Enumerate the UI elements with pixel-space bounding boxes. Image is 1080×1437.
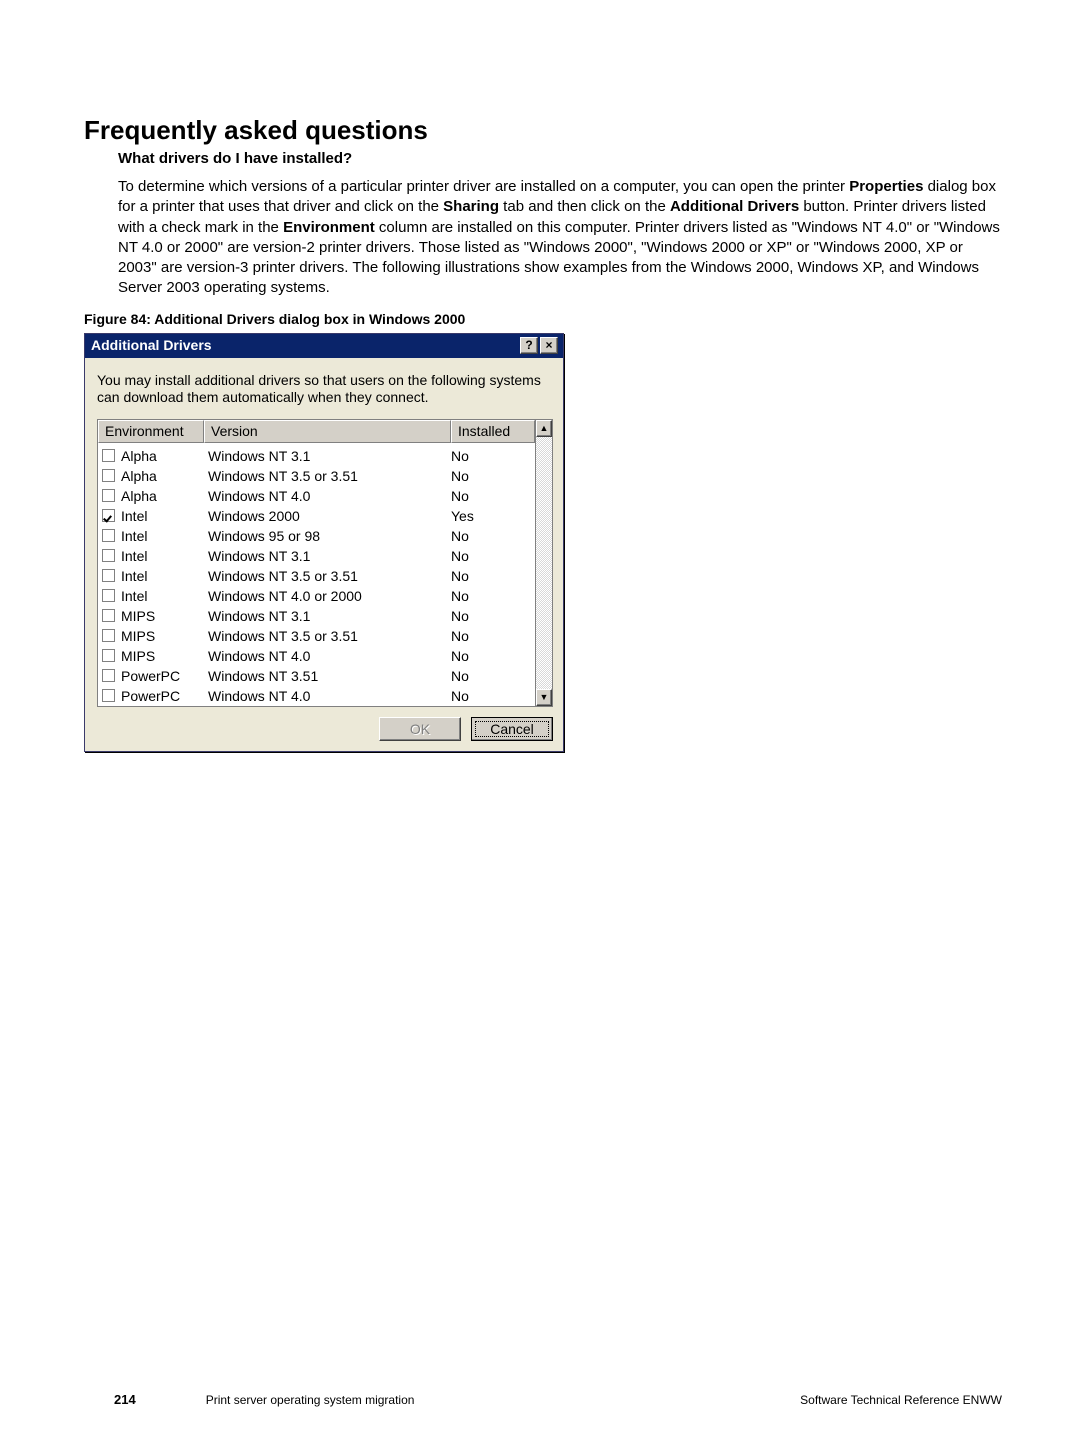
env-cell: Intel: [121, 548, 147, 564]
faq-question: What drivers do I have installed?: [118, 150, 1002, 167]
checkbox-icon[interactable]: [102, 509, 115, 522]
version-cell: Windows NT 4.0: [208, 488, 451, 504]
version-cell: Windows 95 or 98: [208, 528, 451, 544]
checkbox-icon[interactable]: [102, 689, 115, 702]
column-installed[interactable]: Installed: [451, 420, 535, 443]
dialog-description: You may install additional drivers so th…: [97, 372, 553, 407]
dialog-titlebar[interactable]: Additional Drivers ? ×: [85, 334, 563, 358]
faq-answer: To determine which versions of a particu…: [118, 177, 1002, 299]
env-cell: Intel: [121, 528, 147, 544]
checkbox-icon[interactable]: [102, 669, 115, 682]
version-cell: Windows NT 4.0: [208, 688, 451, 704]
checkbox-icon[interactable]: [102, 549, 115, 562]
column-version[interactable]: Version: [204, 420, 451, 443]
checkbox-icon[interactable]: [102, 609, 115, 622]
version-cell: Windows NT 3.5 or 3.51: [208, 628, 451, 644]
installed-cell: No: [451, 608, 535, 624]
env-cell: Alpha: [121, 448, 157, 464]
installed-cell: No: [451, 568, 535, 584]
list-header: Environment Version Installed: [98, 420, 535, 443]
checkbox-icon[interactable]: [102, 569, 115, 582]
version-cell: Windows NT 3.1: [208, 448, 451, 464]
footer-center: Print server operating system migration: [206, 1393, 800, 1407]
list-item[interactable]: Intel Windows 95 or 98No: [98, 526, 535, 546]
list-item[interactable]: Intel Windows NT 4.0 or 2000No: [98, 586, 535, 606]
help-icon[interactable]: ?: [520, 337, 538, 354]
page-heading: Frequently asked questions: [84, 115, 1002, 146]
checkbox-icon[interactable]: [102, 649, 115, 662]
drivers-list[interactable]: Environment Version Installed Alpha Windo…: [97, 419, 535, 707]
installed-cell: No: [451, 688, 535, 704]
env-cell: Alpha: [121, 468, 157, 484]
installed-cell: No: [451, 468, 535, 484]
list-scrollbar[interactable]: ▲ ▼: [535, 419, 553, 707]
version-cell: Windows NT 4.0 or 2000: [208, 588, 451, 604]
checkbox-icon[interactable]: [102, 629, 115, 642]
checkbox-icon[interactable]: [102, 529, 115, 542]
list-item[interactable]: Alpha Windows NT 3.5 or 3.51No: [98, 466, 535, 486]
env-cell: MIPS: [121, 648, 155, 664]
close-icon[interactable]: ×: [540, 337, 558, 354]
list-item[interactable]: MIPS Windows NT 3.1No: [98, 606, 535, 626]
installed-cell: No: [451, 648, 535, 664]
page-footer: 214 Print server operating system migrat…: [0, 1392, 1080, 1407]
ok-button[interactable]: OK: [379, 717, 461, 741]
list-item[interactable]: Alpha Windows NT 4.0No: [98, 486, 535, 506]
scroll-up-icon[interactable]: ▲: [536, 420, 552, 437]
checkbox-icon[interactable]: [102, 449, 115, 462]
env-cell: PowerPC: [121, 668, 180, 684]
env-cell: MIPS: [121, 608, 155, 624]
env-cell: Intel: [121, 568, 147, 584]
footer-right: Software Technical Reference ENWW: [800, 1393, 1002, 1407]
list-item[interactable]: Intel Windows 2000Yes: [98, 506, 535, 526]
list-item[interactable]: PowerPC Windows NT 4.0No: [98, 686, 535, 706]
checkbox-icon[interactable]: [102, 589, 115, 602]
installed-cell: Yes: [451, 508, 535, 524]
column-environment[interactable]: Environment: [98, 420, 204, 443]
checkbox-icon[interactable]: [102, 469, 115, 482]
version-cell: Windows NT 3.5 or 3.51: [208, 568, 451, 584]
list-item[interactable]: PowerPC Windows NT 3.51No: [98, 666, 535, 686]
version-cell: Windows NT 3.51: [208, 668, 451, 684]
installed-cell: No: [451, 528, 535, 544]
installed-cell: No: [451, 548, 535, 564]
cancel-button[interactable]: Cancel: [471, 717, 553, 741]
scroll-track[interactable]: [536, 437, 552, 689]
env-cell: MIPS: [121, 628, 155, 644]
list-item[interactable]: Alpha Windows NT 3.1No: [98, 446, 535, 466]
checkbox-icon[interactable]: [102, 489, 115, 502]
env-cell: Alpha: [121, 488, 157, 504]
installed-cell: No: [451, 488, 535, 504]
list-item[interactable]: MIPS Windows NT 4.0No: [98, 646, 535, 666]
page-number: 214: [114, 1392, 136, 1407]
list-item[interactable]: MIPS Windows NT 3.5 or 3.51No: [98, 626, 535, 646]
version-cell: Windows NT 3.1: [208, 548, 451, 564]
scroll-down-icon[interactable]: ▼: [536, 689, 552, 706]
version-cell: Windows 2000: [208, 508, 451, 524]
dialog-title: Additional Drivers: [91, 337, 518, 353]
env-cell: PowerPC: [121, 688, 180, 704]
list-item[interactable]: Intel Windows NT 3.1No: [98, 546, 535, 566]
list-item[interactable]: Intel Windows NT 3.5 or 3.51No: [98, 566, 535, 586]
installed-cell: No: [451, 448, 535, 464]
env-cell: Intel: [121, 508, 147, 524]
version-cell: Windows NT 3.5 or 3.51: [208, 468, 451, 484]
env-cell: Intel: [121, 588, 147, 604]
installed-cell: No: [451, 588, 535, 604]
installed-cell: No: [451, 628, 535, 644]
installed-cell: No: [451, 668, 535, 684]
version-cell: Windows NT 3.1: [208, 608, 451, 624]
additional-drivers-dialog: Additional Drivers ? × You may install a…: [84, 333, 564, 752]
version-cell: Windows NT 4.0: [208, 648, 451, 664]
figure-caption: Figure 84: Additional Drivers dialog box…: [84, 311, 1002, 327]
